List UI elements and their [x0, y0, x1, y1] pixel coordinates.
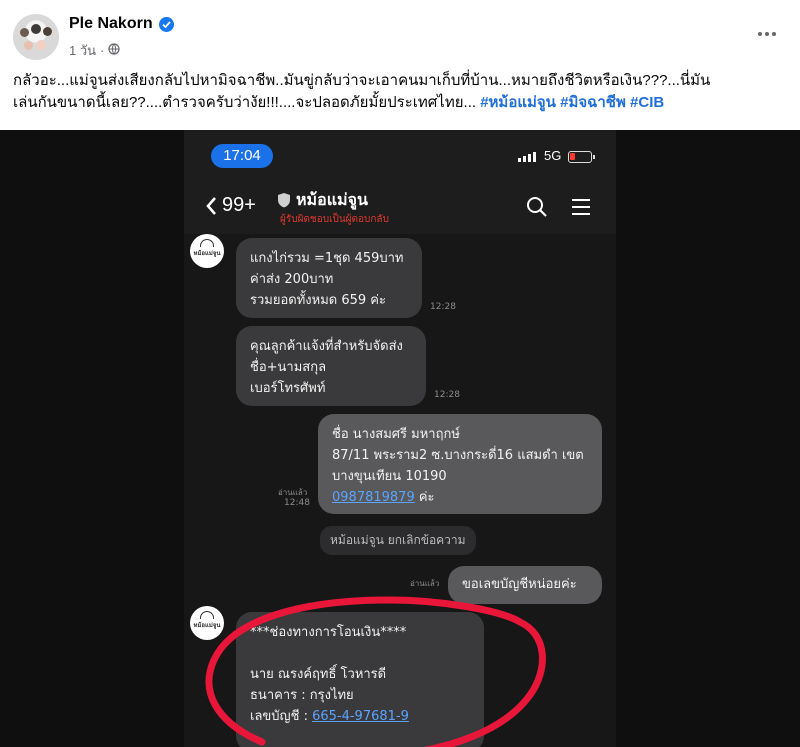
unsent-notice: หม้อแม่จูน ยกเลิกข้อความ — [320, 526, 476, 555]
post-meta: 1 วัน · — [69, 40, 120, 61]
incoming-message[interactable]: ***ช่องทางการโอนเงิน**** นาย ณรงค์ฤทธิ์ … — [236, 612, 484, 747]
outgoing-message[interactable]: ชื่อ นางสมศรี มหาฤกษ์ 87/11 พระราม2 ซ.บา… — [318, 414, 602, 514]
message-line: 0987819879 ค่ะ — [332, 487, 588, 508]
dot-icon — [765, 32, 769, 36]
battery-level — [570, 153, 575, 160]
post-text: กลัวอะ...แม่จูนส่งเสียงกลับไปหามิจฉาชีพ.… — [13, 70, 788, 114]
chat-subtitle: ผู้รับผิดชอบเป็นผู้ตอบกลับ — [280, 214, 389, 225]
post-time[interactable]: 1 วัน — [69, 40, 96, 61]
status-bar: 17:04 5G — [184, 130, 616, 182]
chevron-left-icon — [206, 196, 216, 215]
author-name-row: Ple Nakorn — [69, 15, 174, 33]
message-time: 12:28 — [434, 390, 460, 400]
hashtag-link[interactable]: #หม้อแม่จูน — [480, 94, 556, 111]
more-options-button[interactable] — [752, 22, 782, 46]
account-number-link[interactable]: 665-4-97681-9 — [312, 709, 409, 724]
shop-avatar[interactable]: หม้อแม่จูน — [190, 606, 224, 640]
author-avatar[interactable] — [13, 14, 59, 60]
message-time: 12:28 — [430, 302, 456, 312]
message-line: ชื่อ นางสมศรี มหาฤกษ์ — [332, 427, 460, 442]
unread-count: 99+ — [222, 194, 256, 216]
verified-badge-icon — [158, 16, 174, 32]
message-line: เลขบัญชี : 665-4-97681-9 — [250, 706, 470, 727]
signal-icon — [518, 152, 536, 162]
globe-icon — [108, 43, 120, 58]
incoming-message[interactable]: แกงไก่รวม =1ชุด 459บาท ค่าส่ง 200บาท รวม… — [236, 238, 422, 318]
phone-number-link[interactable]: 0987819879 — [332, 490, 415, 505]
post-image[interactable]: 17:04 5G 99+ หม้อแม่จูน ผู้รับผิดชอบเป็น… — [0, 130, 800, 747]
message-line: เบอร์โทรศัพท์ — [250, 381, 326, 396]
message-time: 12:48 — [284, 498, 310, 508]
post-text-line2: เล่นกันขนาดนี้เลย??....ตำรวจครับว่างัย!!… — [13, 94, 477, 111]
message-line — [250, 643, 470, 664]
message-line: คุณลูกค้าแจ้งที่สำหรับจัดส่ง — [250, 339, 403, 354]
dot-icon — [772, 32, 776, 36]
message-line: นาย ณรงค์ฤทธิ์ โวหารดี — [250, 667, 387, 682]
message-line: บางขุนเทียน 10190 — [332, 469, 447, 484]
shop-logo-text: หม้อแม่จูน — [193, 622, 221, 629]
meta-separator: · — [100, 43, 105, 58]
outgoing-message[interactable]: ขอเลขบัญชีหน่อยค่ะ — [448, 566, 602, 604]
shop-avatar[interactable]: หม้อแม่จูน — [190, 234, 224, 268]
message-line: ธนาคาร : กรุงไทย — [250, 688, 354, 703]
chat-title: หม้อแม่จูน — [296, 190, 368, 209]
phone-screen: 17:04 5G 99+ หม้อแม่จูน ผู้รับผิดชอบเป็น… — [184, 130, 616, 747]
post-text-line1: กลัวอะ...แม่จูนส่งเสียงกลับไปหามิจฉาชีพ.… — [13, 72, 711, 89]
shop-logo-text: หม้อแม่จูน — [193, 250, 221, 257]
account-label: เลขบัญชี : — [250, 709, 313, 724]
read-receipt: อ่านแล้ว — [410, 579, 440, 588]
message-line: แกงไก่รวม =1ชุด 459บาท — [250, 251, 404, 266]
battery-icon — [568, 151, 595, 163]
incoming-message[interactable]: คุณลูกค้าแจ้งที่สำหรับจัดส่ง ชื่อ+นามสกุ… — [236, 326, 426, 406]
dot-icon — [758, 32, 762, 36]
post-header: Ple Nakorn 1 วัน · กลัวอะ...แม่จูนส่งเสี… — [0, 0, 800, 130]
message-line: 87/11 พระราม2 ซ.บางกระดี่16 แสมดำ เขต — [332, 448, 584, 463]
message-line: ***ช่องทางการโอนเงิน**** — [250, 625, 407, 640]
message-line: รวมยอดทั้งหมด 659 ค่ะ — [250, 293, 386, 308]
message-line: ขอเลขบัญชีหน่อยค่ะ — [462, 577, 577, 592]
hashtag-link[interactable]: #CIB — [630, 94, 664, 111]
status-time: 17:04 — [211, 144, 273, 168]
message-line: ชื่อ+นามสกุล — [250, 360, 327, 375]
chat-body: หม้อแม่จูน แกงไก่รวม =1ชุด 459บาท ค่าส่ง… — [184, 234, 616, 747]
back-button[interactable]: 99+ — [204, 194, 256, 217]
chat-header: 99+ หม้อแม่จูน ผู้รับผิดชอบเป็นผู้ตอบกลั… — [184, 182, 616, 234]
shield-icon — [278, 193, 290, 208]
menu-icon[interactable] — [572, 199, 590, 220]
message-line: ค่าส่ง 200บาท — [250, 272, 334, 287]
search-icon[interactable] — [526, 196, 548, 218]
message-suffix: ค่ะ — [414, 490, 435, 505]
network-label: 5G — [544, 148, 562, 163]
hashtag-link[interactable]: #มิจฉาชีพ — [560, 94, 626, 111]
author-name[interactable]: Ple Nakorn — [69, 15, 153, 33]
